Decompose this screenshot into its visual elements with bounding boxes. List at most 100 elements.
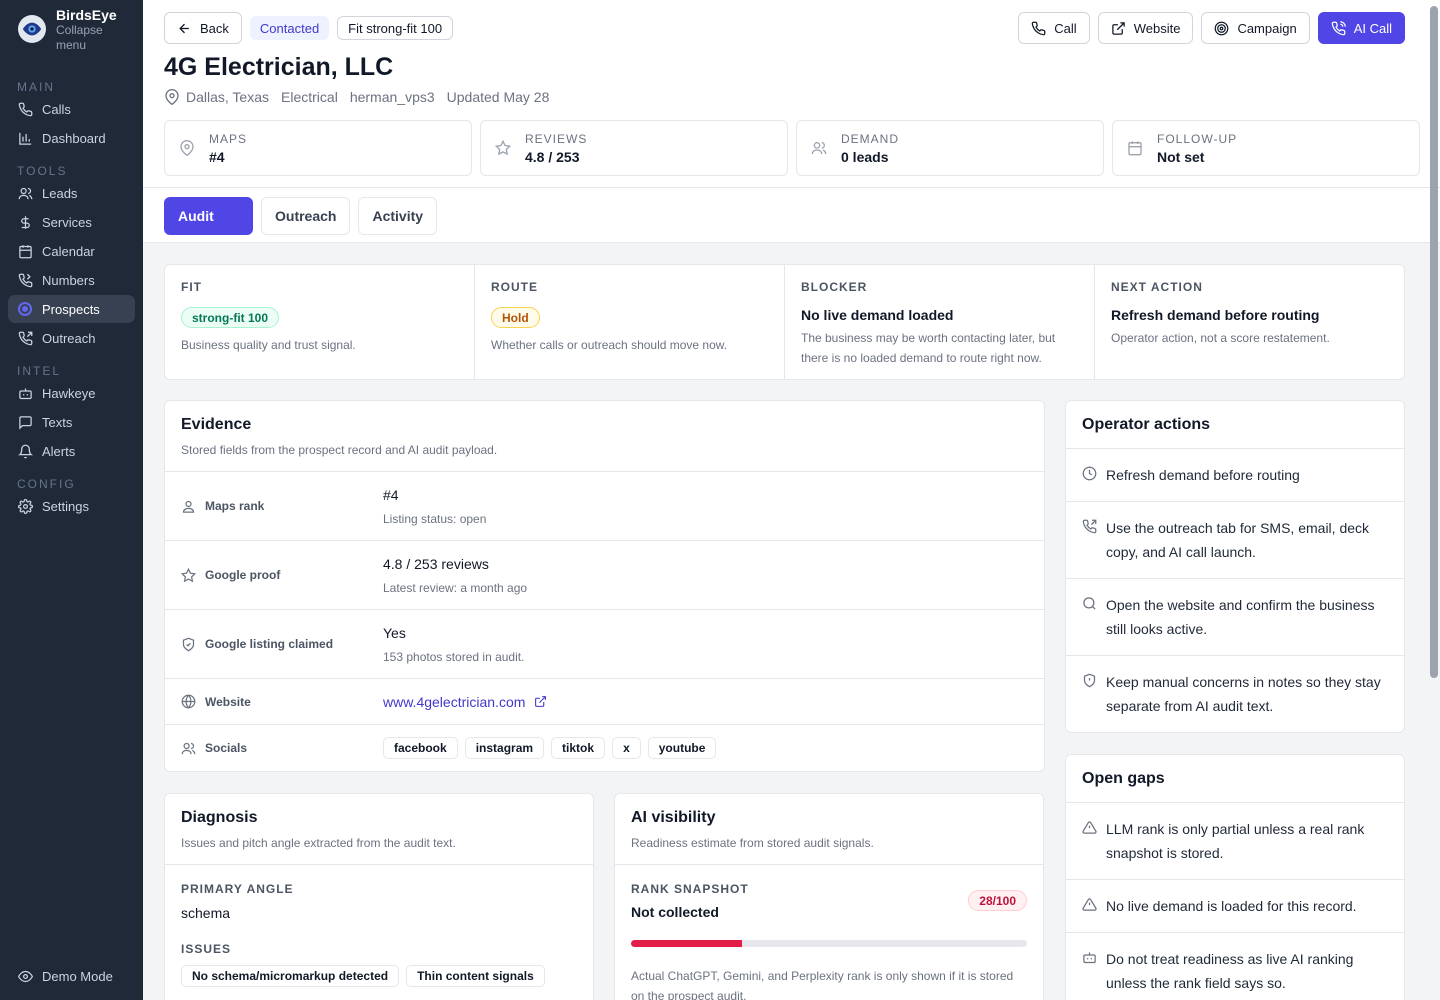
- stat-value: 0 leads: [841, 148, 889, 165]
- social-tag: facebook: [383, 737, 458, 759]
- users-icon: [18, 187, 33, 199]
- summary-label: NEXT ACTION: [1111, 280, 1203, 294]
- prospect-header: Back Contacted Fit strong-fit 100 Call W…: [143, 0, 1440, 188]
- summary-route: ROUTE Hold Whether calls or outreach sho…: [475, 265, 785, 379]
- phone-forward-icon: [18, 273, 33, 287]
- sidebar-item-dashboard[interactable]: Dashboard: [8, 124, 135, 152]
- sidebar-item-label: Outreach: [42, 330, 96, 346]
- card-title: Operator actions: [1082, 416, 1211, 433]
- sidebar-item-label: Settings: [42, 498, 89, 514]
- bar-chart-icon: [19, 132, 32, 145]
- phone-outgoing-icon: [1082, 519, 1097, 534]
- operator-action-item: Open the website and confirm the busines…: [1066, 579, 1404, 656]
- phone-icon: [18, 102, 33, 116]
- stat-cards: MAPS #4 REVIEWS 4.8 / 253 DEMAND 0 leads FO…: [164, 120, 1420, 176]
- tab-audit[interactable]: Audit: [164, 197, 253, 235]
- sidebar-item-services[interactable]: Services: [8, 208, 135, 236]
- call-button[interactable]: Call: [1018, 12, 1090, 44]
- evidence-key: Website: [205, 694, 251, 709]
- sidebar-item-outreach[interactable]: Outreach: [8, 324, 135, 352]
- shield-check-icon: [182, 637, 195, 651]
- tab-outreach[interactable]: Outreach: [261, 197, 351, 235]
- summary-label: FIT: [181, 280, 202, 294]
- warning-icon: [1082, 821, 1097, 834]
- stat-label: FOLLOW-UP: [1157, 131, 1238, 146]
- sidebar-item-label: Prospects: [42, 301, 100, 317]
- sidebar-item-prospects[interactable]: Prospects: [8, 295, 135, 323]
- sidebar-item-calls[interactable]: Calls: [8, 95, 135, 123]
- website-url: www.4gelectrician.com: [383, 693, 526, 710]
- card-title: Diagnosis: [181, 809, 258, 826]
- summary-description: The business may be worth contacting lat…: [801, 331, 1056, 365]
- website-link[interactable]: www.4gelectrician.com: [383, 694, 547, 710]
- sidebar-item-settings[interactable]: Settings: [8, 492, 135, 520]
- sidebar-item-hawkeye[interactable]: Hawkeye: [8, 379, 135, 407]
- sidebar-item-alerts[interactable]: Alerts: [8, 437, 135, 465]
- section-main: MAIN: [17, 80, 55, 94]
- sidebar-item-label: Alerts: [42, 443, 76, 459]
- target-icon: [18, 302, 32, 316]
- evidence-key: Google proof: [205, 568, 281, 582]
- external-link-icon: [1111, 21, 1125, 35]
- stat-reviews: REVIEWS 4.8 / 253: [480, 120, 788, 176]
- operator-actions-card: Operator actions Refresh demand before r…: [1065, 400, 1405, 733]
- social-tag: tiktok: [551, 737, 606, 759]
- summary-heading: No live demand loaded: [801, 307, 954, 323]
- collapse-menu-button[interactable]: Collapse menu: [56, 23, 116, 53]
- issues-label: ISSUES: [181, 942, 232, 956]
- stat-value: Not set: [1157, 148, 1205, 165]
- gap-text: LLM rank is only partial unless a real r…: [1106, 821, 1365, 861]
- fit-score-badge: strong-fit 100: [181, 307, 280, 328]
- card-subtitle: Stored fields from the prospect record a…: [181, 443, 498, 457]
- fit-badge: Fit strong-fit 100: [337, 16, 454, 40]
- message-icon: [19, 415, 32, 430]
- summary-description: Whether calls or outreach should move no…: [491, 338, 728, 352]
- user-pin-icon: [182, 500, 195, 513]
- evidence-value: 4.8 / 253 reviews: [383, 555, 489, 572]
- map-pin-icon: [180, 140, 194, 156]
- stat-label: MAPS: [209, 131, 248, 146]
- sidebar-item-texts[interactable]: Texts: [8, 408, 135, 436]
- ai-call-button[interactable]: AI Call: [1317, 12, 1405, 44]
- arrow-left-icon: [179, 23, 189, 33]
- users-icon: [811, 142, 827, 155]
- operator-action-item: Use the outreach tab for SMS, email, dec…: [1066, 502, 1404, 579]
- sidebar-item-label: Dashboard: [42, 130, 106, 146]
- stat-label: DEMAND: [841, 131, 900, 146]
- evidence-row-maps: Maps rank #4 Listing status: open: [165, 472, 1044, 541]
- operator-action-text: Open the website and confirm the busines…: [1106, 597, 1375, 637]
- operator-action-text: Keep manual concerns in notes so they st…: [1106, 674, 1381, 714]
- calendar-icon: [19, 244, 32, 258]
- stat-value: #4: [209, 148, 225, 165]
- section-config: CONFIG: [17, 477, 76, 491]
- page-scrollbar[interactable]: [1430, 6, 1438, 678]
- summary-card: FIT strong-fit 100 Business quality and …: [164, 264, 1405, 380]
- ai-visibility-card: AI visibility Readiness estimate from st…: [614, 793, 1044, 1000]
- gap-text: No live demand is loaded for this record…: [1106, 898, 1357, 914]
- ai-call-label: AI Call: [1353, 20, 1392, 36]
- evidence-row-socials: Socials facebook instagram tiktok x youtube: [165, 725, 1044, 771]
- card-title: AI visibility: [631, 809, 716, 826]
- gap-item: Do not treat readiness as live AI rankin…: [1066, 933, 1404, 1000]
- tab-activity[interactable]: Activity: [358, 197, 438, 235]
- website-button[interactable]: Website: [1097, 12, 1194, 44]
- main-content: Back Contacted Fit strong-fit 100 Call W…: [143, 0, 1440, 1000]
- diagnosis-card: Diagnosis Issues and pitch angle extract…: [164, 793, 594, 1000]
- evidence-detail: 153 photos stored in audit.: [383, 649, 525, 664]
- clock-icon: [1082, 466, 1097, 481]
- status-badge: Contacted: [249, 16, 330, 40]
- route-badge: Hold: [491, 307, 540, 328]
- summary-heading: Refresh demand before routing: [1111, 307, 1320, 323]
- sidebar-item-numbers[interactable]: Numbers: [8, 266, 135, 294]
- campaign-button[interactable]: Campaign: [1201, 12, 1310, 44]
- demo-mode-toggle[interactable]: Demo Mode: [8, 962, 113, 990]
- summary-next-action: NEXT ACTION Refresh demand before routin…: [1095, 265, 1404, 379]
- stat-maps: MAPS #4: [164, 120, 472, 176]
- sidebar-item-label: Hawkeye: [42, 385, 96, 401]
- back-label: Back: [200, 20, 229, 36]
- shield-icon: [1083, 673, 1096, 688]
- sidebar-item-leads[interactable]: Leads: [8, 179, 135, 207]
- bell-icon: [18, 444, 33, 458]
- sidebar-item-calendar[interactable]: Calendar: [8, 237, 135, 265]
- back-button[interactable]: Back: [164, 12, 242, 44]
